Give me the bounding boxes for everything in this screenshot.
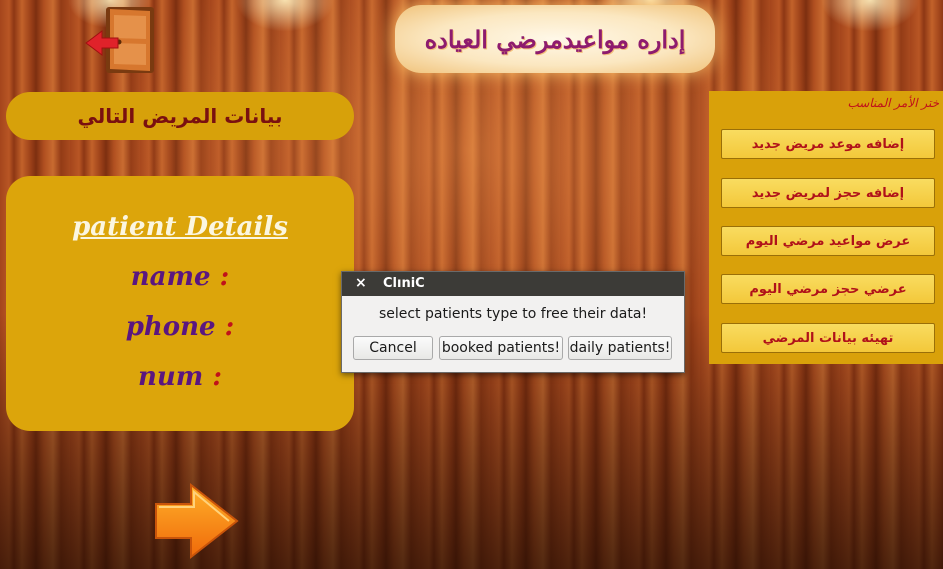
dialog-title: ClıniC (383, 276, 425, 291)
next-patient-header: بيانات المريض التالي (6, 92, 354, 140)
patient-details-panel: patient Details name : phone : num : (6, 176, 354, 431)
add-booking-button[interactable]: إضافه حجز لمريض جديد (721, 178, 935, 208)
name-label: name (130, 262, 211, 292)
reset-patients-data-button[interactable]: تهيئه بيانات المرضي (721, 323, 935, 353)
app-title-banner: إداره مواعيدمرضي العياده (395, 5, 715, 73)
phone-separator: : (224, 312, 235, 342)
add-appointment-button[interactable]: إضافه موعد مريض جديد (721, 129, 935, 159)
dialog-message: select patients type to free their data! (378, 306, 648, 322)
patient-details-heading: patient Details (72, 212, 288, 242)
num-field: num : (6, 362, 354, 392)
name-field: name : (6, 262, 354, 292)
num-separator: : (212, 362, 222, 392)
num-label: num (138, 362, 204, 392)
booked-patients-button[interactable]: booked patients! (439, 336, 563, 360)
show-today-bookings-button[interactable]: عرضي حجز مرضي اليوم (721, 274, 935, 304)
phone-field: phone : (6, 312, 354, 342)
cancel-button[interactable]: Cancel (353, 336, 433, 360)
phone-label: phone (125, 312, 216, 342)
right-arrow-icon[interactable] (153, 482, 239, 560)
daily-patients-button[interactable]: daily patients! (568, 336, 672, 360)
close-icon[interactable]: × (355, 275, 367, 291)
app-title: إداره مواعيدمرضي العياده (424, 24, 686, 54)
next-patient-header-label: بيانات المريض التالي (77, 104, 283, 128)
command-panel: ختر الأمر المناسب إضافه موعد مريض جديد إ… (709, 91, 943, 364)
command-prompt: ختر الأمر المناسب (847, 96, 939, 110)
show-today-appointments-button[interactable]: عرض مواعيد مرضي اليوم (721, 226, 935, 256)
clinic-dialog: × ClıniC select patients type to free th… (341, 271, 685, 373)
exit-door-icon[interactable] (84, 5, 158, 75)
name-separator: : (219, 262, 230, 292)
dialog-titlebar[interactable]: × ClıniC (342, 272, 684, 296)
